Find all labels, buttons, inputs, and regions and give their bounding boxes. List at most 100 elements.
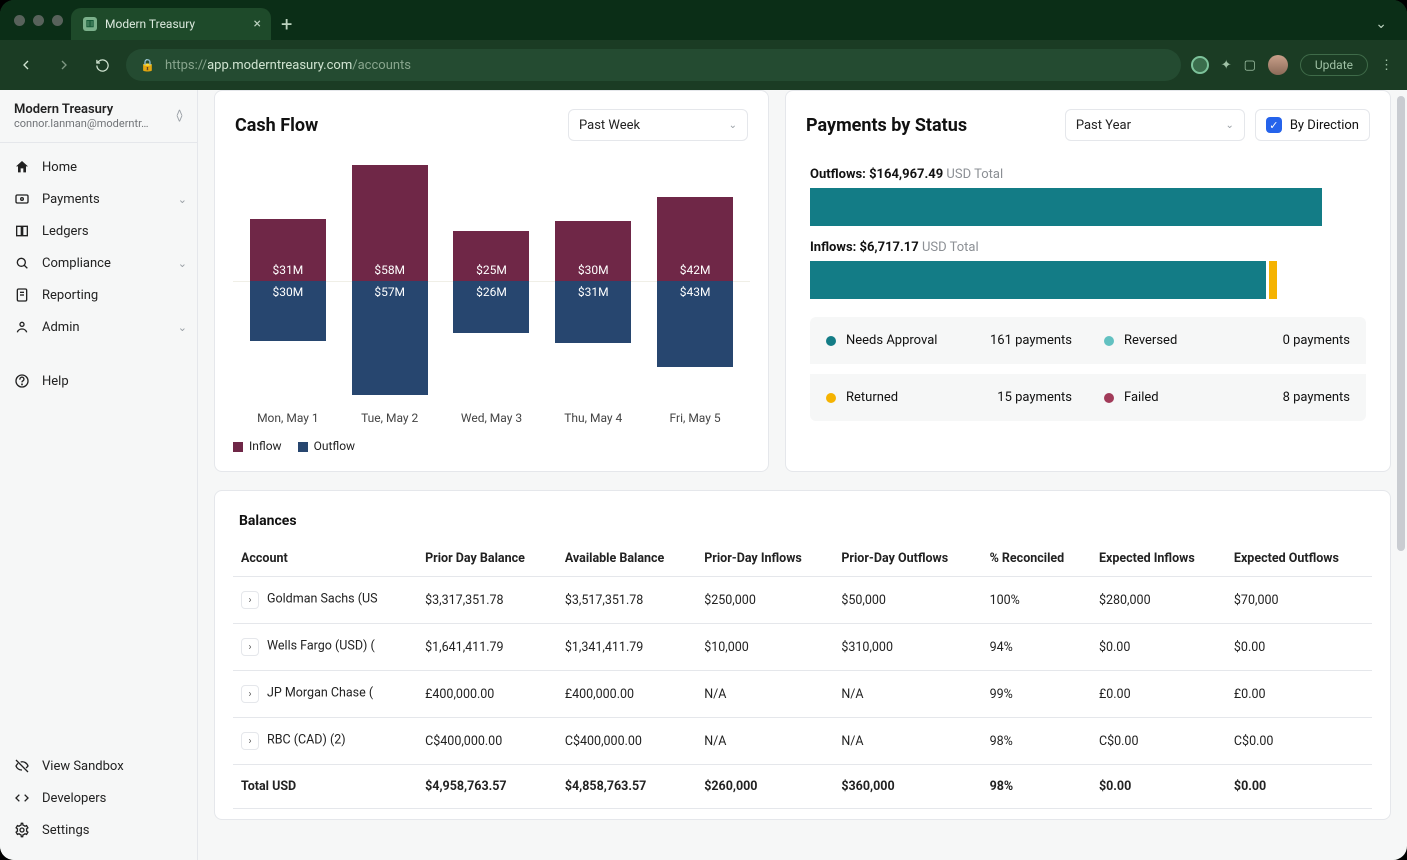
table-row[interactable]: ›JP Morgan Chase (£400,000.00£400,000.00… xyxy=(233,671,1372,718)
by-direction-checkbox[interactable]: ✓ By Direction xyxy=(1255,109,1370,141)
status-dot-icon xyxy=(826,336,836,346)
table-cell: N/A xyxy=(696,671,833,718)
sidebar-nav: Home Payments ⌄ Ledgers Compliance ⌄ xyxy=(0,143,197,742)
table-cell: $0.00 xyxy=(1226,765,1372,809)
column-header[interactable]: Available Balance xyxy=(557,541,696,577)
table-cell: $3,317,351.78 xyxy=(417,577,557,624)
x-axis-label: Tue, May 2 xyxy=(352,411,428,425)
sidebar: Modern Treasury connor.lanman@moderntr… … xyxy=(0,90,198,860)
home-icon xyxy=(14,159,30,175)
browser-window: ▥ Modern Treasury × + ⌄ 🔒 https://app.mo… xyxy=(0,0,1407,860)
sidebar-item-view-sandbox[interactable]: View Sandbox xyxy=(0,750,197,782)
url-bar[interactable]: 🔒 https://app.moderntreasury.com/account… xyxy=(126,49,1181,81)
scrollbar[interactable] xyxy=(1397,96,1405,854)
sidebar-item-admin[interactable]: Admin ⌄ xyxy=(0,311,197,343)
back-button[interactable] xyxy=(12,51,40,79)
column-header[interactable]: Prior Day Balance xyxy=(417,541,557,577)
favicon-icon: ▥ xyxy=(83,17,97,31)
column-header[interactable]: Prior-Day Inflows xyxy=(696,541,833,577)
column-header[interactable]: Account xyxy=(233,541,417,577)
sidebar-item-ledgers[interactable]: Ledgers xyxy=(0,215,197,247)
sidebar-item-payments[interactable]: Payments ⌄ xyxy=(0,183,197,215)
reporting-icon xyxy=(14,287,30,303)
table-total-row: Total USD$4,958,763.57$4,858,763.57$260,… xyxy=(233,765,1372,809)
sidebar-item-label: Admin xyxy=(42,320,80,335)
table-cell: $0.00 xyxy=(1091,624,1226,671)
card-title: Payments by Status xyxy=(806,115,967,136)
sidebar-item-help[interactable]: Help xyxy=(0,365,197,397)
new-tab-button[interactable]: + xyxy=(271,14,302,40)
tab-overflow-icon[interactable]: ⌄ xyxy=(1363,16,1399,40)
browser-update-button[interactable]: Update xyxy=(1300,54,1368,76)
x-axis-label: Thu, May 4 xyxy=(555,411,631,425)
outflow-bar-segment: $43M xyxy=(657,281,733,367)
cashflow-legend: Inflow Outflow xyxy=(215,425,768,471)
panel-icon[interactable]: ▢ xyxy=(1244,58,1256,73)
sidebar-item-reporting[interactable]: Reporting xyxy=(0,279,197,311)
reload-button[interactable] xyxy=(88,51,116,79)
table-row[interactable]: ›Goldman Sachs (US$3,317,351.78$3,517,35… xyxy=(233,577,1372,624)
table-cell: $260,000 xyxy=(696,765,833,809)
status-cell[interactable]: Needs Approval161 payments xyxy=(810,317,1088,374)
outflow-bar-segment: $31M xyxy=(555,281,631,343)
expand-row-icon[interactable]: › xyxy=(241,685,259,703)
browser-tab[interactable]: ▥ Modern Treasury × xyxy=(71,8,271,40)
sidebar-item-settings[interactable]: Settings xyxy=(0,814,197,846)
status-cell[interactable]: Returned15 payments xyxy=(810,374,1088,421)
cashflow-chart: $31M$30M$58M$57M$25M$26M$30M$31M$42M$43M xyxy=(233,161,750,401)
extensions-menu-icon[interactable]: ✦ xyxy=(1221,58,1232,73)
sidebar-item-home[interactable]: Home xyxy=(0,151,197,183)
card-balances: Balances AccountPrior Day BalanceAvailab… xyxy=(214,490,1391,820)
expand-row-icon[interactable]: › xyxy=(241,638,259,656)
table-row[interactable]: ›Wells Fargo (USD) ($1,641,411.79$1,341,… xyxy=(233,624,1372,671)
status-name: Returned xyxy=(846,390,898,405)
x-axis-label: Wed, May 3 xyxy=(453,411,529,425)
sidebar-item-compliance[interactable]: Compliance ⌄ xyxy=(0,247,197,279)
table-cell: $1,641,411.79 xyxy=(417,624,557,671)
close-window-icon[interactable] xyxy=(14,15,25,26)
table-row[interactable]: ›RBC (CAD) (2)C$400,000.00C$400,000.00N/… xyxy=(233,718,1372,765)
url-text: https://app.moderntreasury.com/accounts xyxy=(165,58,411,73)
table-cell: £0.00 xyxy=(1091,671,1226,718)
inflow-bar-segment: $30M xyxy=(555,221,631,281)
user-email: connor.lanman@moderntr… xyxy=(14,117,149,130)
table-cell: N/A xyxy=(833,671,981,718)
org-switcher[interactable]: Modern Treasury connor.lanman@moderntr… … xyxy=(0,90,197,143)
extension-icon[interactable] xyxy=(1191,56,1209,74)
table-cell: $0.00 xyxy=(1226,624,1372,671)
table-cell: N/A xyxy=(833,718,981,765)
inflows-bar xyxy=(810,261,1366,299)
cashflow-range-select[interactable]: Past Week ⌄ xyxy=(568,109,748,141)
outflow-bar-segment: $26M xyxy=(453,281,529,333)
checkbox-label: By Direction xyxy=(1290,118,1359,133)
column-header[interactable]: Expected Outflows xyxy=(1226,541,1372,577)
forward-button[interactable] xyxy=(50,51,78,79)
sidebar-item-developers[interactable]: Developers xyxy=(0,782,197,814)
expand-row-icon[interactable]: › xyxy=(241,732,259,750)
status-cell[interactable]: Reversed0 payments xyxy=(1088,317,1366,374)
outflow-bar-segment: $57M xyxy=(352,281,428,395)
column-header[interactable]: Prior-Day Outflows xyxy=(833,541,981,577)
status-cell[interactable]: Failed8 payments xyxy=(1088,374,1366,421)
balances-title: Balances xyxy=(239,513,1366,529)
eye-off-icon xyxy=(14,758,30,774)
inflow-bar-segment: $25M xyxy=(453,231,529,281)
profile-avatar-icon[interactable] xyxy=(1268,55,1288,75)
table-cell: $1,341,411.79 xyxy=(557,624,696,671)
maximize-window-icon[interactable] xyxy=(52,15,63,26)
sidebar-item-label: Settings xyxy=(42,823,89,838)
column-header[interactable]: Expected Inflows xyxy=(1091,541,1226,577)
close-tab-icon[interactable]: × xyxy=(254,16,261,32)
status-count: 161 payments xyxy=(990,333,1072,348)
status-dot-icon xyxy=(826,393,836,403)
expand-row-icon[interactable]: › xyxy=(241,591,259,609)
browser-menu-icon[interactable]: ⋮ xyxy=(1380,58,1395,73)
payments-range-select[interactable]: Past Year ⌄ xyxy=(1065,109,1245,141)
minimize-window-icon[interactable] xyxy=(33,15,44,26)
table-cell: $50,000 xyxy=(833,577,981,624)
column-header[interactable]: % Reconciled xyxy=(982,541,1091,577)
main-content: Cash Flow Past Week ⌄ $31M$30M$58M$57M$2… xyxy=(198,90,1407,860)
table-cell: $10,000 xyxy=(696,624,833,671)
org-name: Modern Treasury xyxy=(14,102,149,117)
cashflow-bar: $31M$30M xyxy=(250,161,326,401)
